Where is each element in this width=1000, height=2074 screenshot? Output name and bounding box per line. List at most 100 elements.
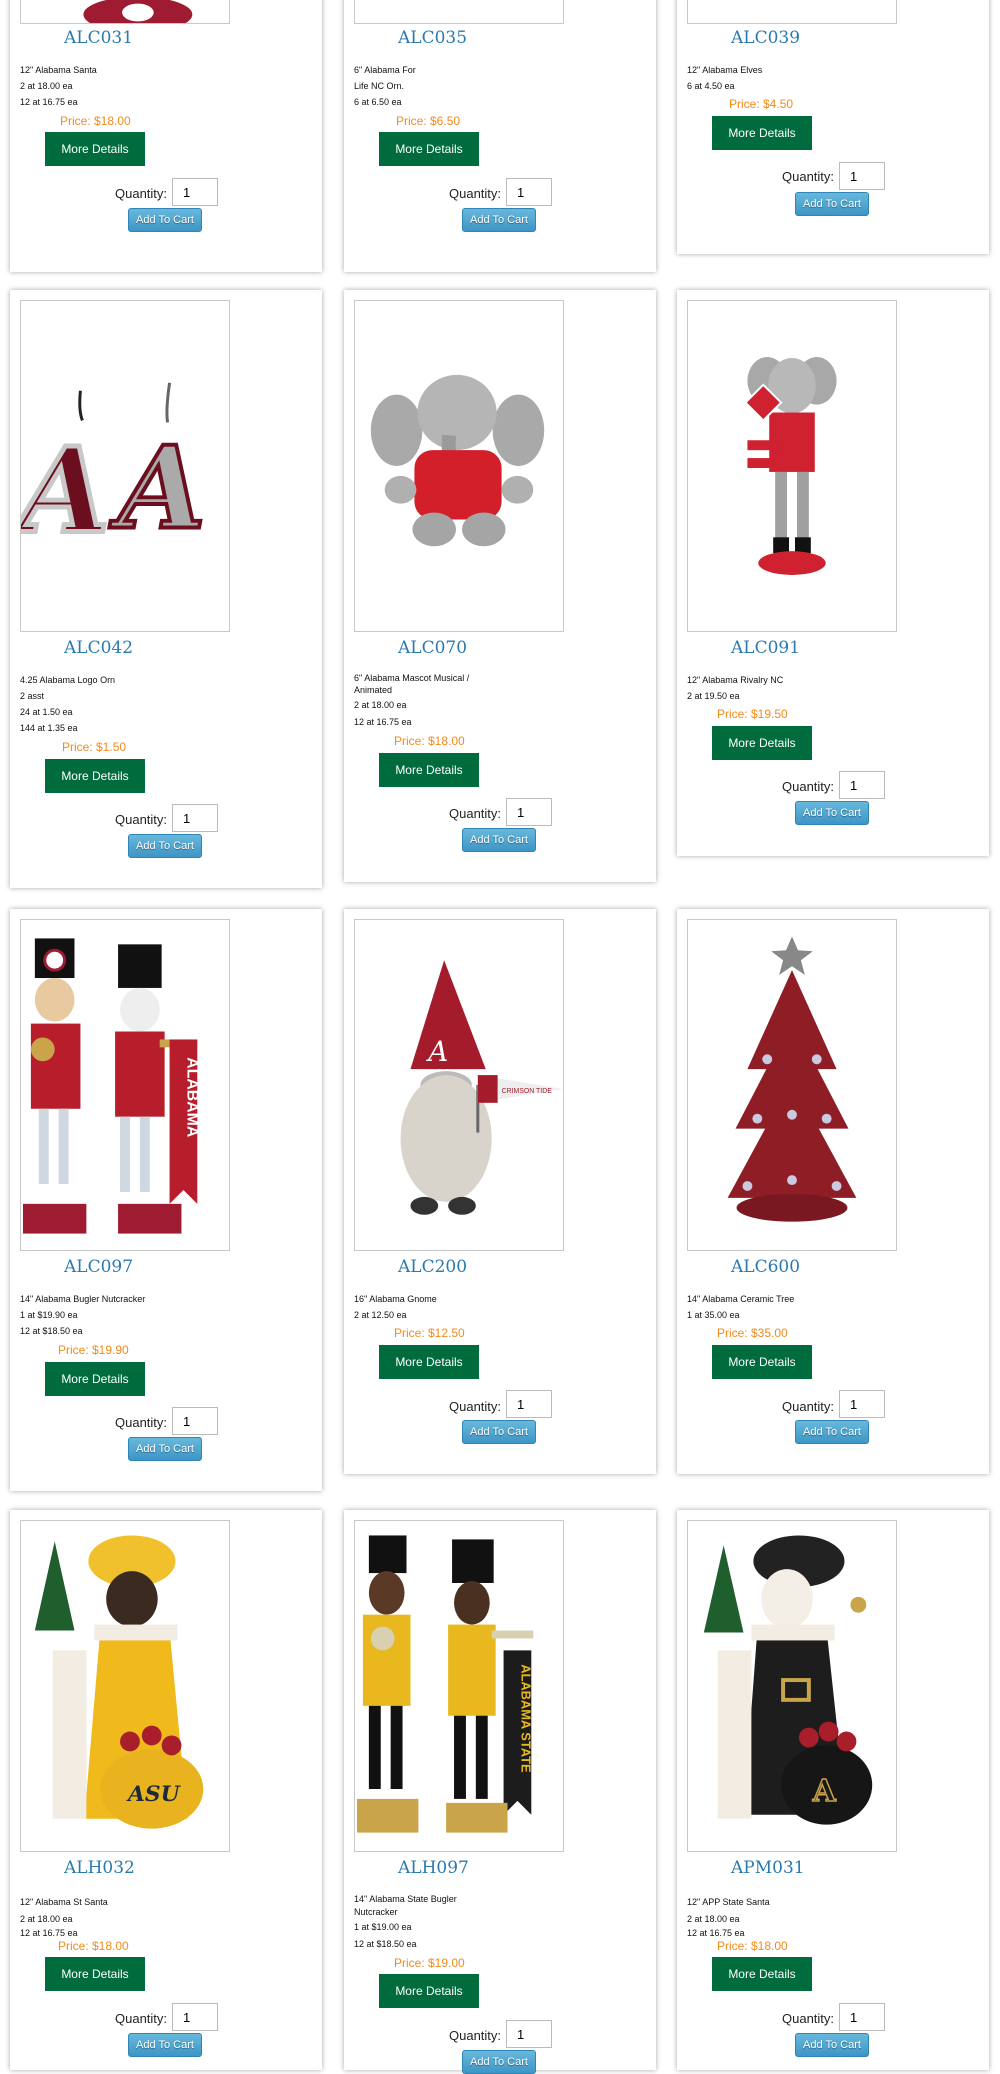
add-to-cart-button[interactable]: Add To Cart xyxy=(795,192,869,216)
quantity-input[interactable] xyxy=(172,804,218,832)
desc-line: 2 at 18.00 ea xyxy=(687,1914,740,1924)
add-to-cart-button[interactable]: Add To Cart xyxy=(462,828,536,852)
quantity-input[interactable] xyxy=(506,1390,552,1418)
quantity-input[interactable] xyxy=(506,798,552,826)
more-details-button[interactable]: More Details xyxy=(712,116,812,150)
more-details-button[interactable]: More Details xyxy=(712,1957,812,1991)
desc-line: 6" Alabama For xyxy=(354,65,416,75)
quantity-label: Quantity: xyxy=(115,2011,168,2026)
quantity-input[interactable] xyxy=(172,2003,218,2031)
more-details-button[interactable]: More Details xyxy=(379,1974,479,2008)
product-price: Price: $35.00 xyxy=(717,1326,788,1340)
product-image-alc200[interactable]: A CRIMSON TIDE xyxy=(354,919,564,1251)
add-to-cart-button[interactable]: Add To Cart xyxy=(462,208,536,232)
desc-line: 6" Alabama Mascot Musical / xyxy=(354,673,470,683)
bugler-nutcracker-image: ALABAMA STATE xyxy=(356,1535,533,1833)
product-description: 12" Alabama Santa 2 at 18.00 ea 12 at 16… xyxy=(20,62,220,110)
add-to-cart-button[interactable]: Add To Cart xyxy=(795,1420,869,1444)
desc-line: 2 asst xyxy=(20,691,45,701)
product-card-alh032: ASU ALH032 12" Alabama St Santa 2 at 18.… xyxy=(10,1510,322,2070)
quantity-input[interactable] xyxy=(506,178,552,206)
more-details-button[interactable]: More Details xyxy=(379,1345,479,1379)
product-description: 6" Alabama For Life NC Orn. 6 at 6.50 ea xyxy=(354,62,554,110)
product-price: Price: $18.00 xyxy=(58,1939,129,1953)
product-image-alh097[interactable]: ALABAMA STATE xyxy=(354,1520,564,1852)
desc-line: 2 at 18.00 ea xyxy=(20,1914,73,1924)
product-image-alc097[interactable]: ALABAMA xyxy=(20,919,230,1251)
desc-line: 16" Alabama Gnome xyxy=(354,1294,437,1304)
logo-ornament-image: A A xyxy=(21,382,208,562)
add-to-cart-button[interactable]: Add To Cart xyxy=(128,2033,202,2057)
svg-text:A: A xyxy=(425,1035,448,1068)
product-image-alh032[interactable]: ASU xyxy=(20,1520,230,1852)
product-code[interactable]: ALH097 xyxy=(398,1858,469,1878)
more-details-button[interactable]: More Details xyxy=(45,1957,145,1991)
quantity-input[interactable] xyxy=(839,162,885,190)
product-code[interactable]: ALC600 xyxy=(731,1257,800,1277)
quantity-label: Quantity: xyxy=(449,806,502,821)
product-card-alc097: ALABAMA ALC097 14" Alabama Bugler Nutcra… xyxy=(10,909,322,1491)
quantity-input[interactable] xyxy=(172,1407,218,1435)
product-code[interactable]: ALC031 xyxy=(64,28,133,48)
desc-line: 2 at 18.00 ea xyxy=(354,700,407,710)
product-card-alc035: ALC035 6" Alabama For Life NC Orn. 6 at … xyxy=(344,0,656,272)
quantity-input[interactable] xyxy=(839,1390,885,1418)
product-price: Price: $18.00 xyxy=(717,1939,788,1953)
more-details-button[interactable]: More Details xyxy=(45,759,145,793)
add-to-cart-button[interactable]: Add To Cart xyxy=(462,2050,536,2074)
add-to-cart-button[interactable]: Add To Cart xyxy=(128,1437,202,1461)
desc-line: 12" Alabama St Santa xyxy=(20,1897,108,1907)
product-image-alc031[interactable] xyxy=(20,0,230,24)
product-price: Price: $19.90 xyxy=(58,1343,129,1357)
product-card-alc031: ALC031 12" Alabama Santa 2 at 18.00 ea 1… xyxy=(10,0,322,272)
quantity-input[interactable] xyxy=(839,2003,885,2031)
more-details-button[interactable]: More Details xyxy=(712,726,812,760)
more-details-button[interactable]: More Details xyxy=(45,1362,145,1396)
product-code[interactable]: ALC200 xyxy=(398,1257,467,1277)
add-to-cart-button[interactable]: Add To Cart xyxy=(795,2033,869,2057)
product-code[interactable]: ALH032 xyxy=(64,1858,135,1878)
more-details-button[interactable]: More Details xyxy=(45,132,145,166)
product-code[interactable]: ALC091 xyxy=(731,638,800,658)
product-image-apm031[interactable]: A xyxy=(687,1520,897,1852)
quantity-input[interactable] xyxy=(172,178,218,206)
desc-line: 6 at 4.50 ea xyxy=(687,81,735,91)
add-to-cart-button[interactable]: Add To Cart xyxy=(462,1420,536,1444)
quantity-label: Quantity: xyxy=(782,169,835,184)
product-description: 12" Alabama Rivalry NC 2 at 19.50 ea xyxy=(687,672,887,704)
quantity-input[interactable] xyxy=(839,771,885,799)
desc-line: 12 at $18.50 ea xyxy=(20,1326,83,1336)
product-image-alc091[interactable] xyxy=(687,300,897,632)
desc-line: 1 at 35.00 ea xyxy=(687,1310,740,1320)
svg-text:A: A xyxy=(812,1774,837,1809)
product-code[interactable]: ALC035 xyxy=(398,28,467,48)
product-card-alc042: A A ALC042 4.25 Alabama Logo Orn 2 asst … xyxy=(10,290,322,888)
product-image-alc600[interactable] xyxy=(687,919,897,1251)
desc-line: 12 at 16.75 ea xyxy=(20,1928,78,1938)
product-code[interactable]: APM031 xyxy=(731,1858,805,1878)
product-image-alc070[interactable] xyxy=(354,300,564,632)
product-code[interactable]: ALC070 xyxy=(398,638,467,658)
desc-line: 144 at 1.35 ea xyxy=(20,723,78,733)
product-code[interactable]: ALC039 xyxy=(731,28,800,48)
quantity-input[interactable] xyxy=(506,2020,552,2048)
add-to-cart-button[interactable]: Add To Cart xyxy=(128,834,202,858)
product-image-alc039[interactable] xyxy=(687,0,897,24)
add-to-cart-button[interactable]: Add To Cart xyxy=(795,801,869,825)
more-details-button[interactable]: More Details xyxy=(379,753,479,787)
quantity-label: Quantity: xyxy=(449,1399,502,1414)
product-image-alc035[interactable] xyxy=(354,0,564,24)
product-image-alc042[interactable]: A A xyxy=(20,300,230,632)
product-code[interactable]: ALC042 xyxy=(64,638,133,658)
product-price: Price: $6.50 xyxy=(396,114,461,128)
ceramic-tree-image xyxy=(727,936,857,1222)
product-description: 12" APP State Santa 2 at 18.00 ea 12 at … xyxy=(687,1892,887,1940)
more-details-button[interactable]: More Details xyxy=(379,132,479,166)
product-code[interactable]: ALC097 xyxy=(64,1257,133,1277)
more-details-button[interactable]: More Details xyxy=(712,1345,812,1379)
product-card-alc039: ALC039 12" Alabama Elves 6 at 4.50 ea Pr… xyxy=(677,0,989,254)
mascot-image xyxy=(370,374,545,547)
add-to-cart-button[interactable]: Add To Cart xyxy=(128,208,202,232)
desc-line: 6 at 6.50 ea xyxy=(354,97,402,107)
svg-text:A: A xyxy=(21,421,110,559)
